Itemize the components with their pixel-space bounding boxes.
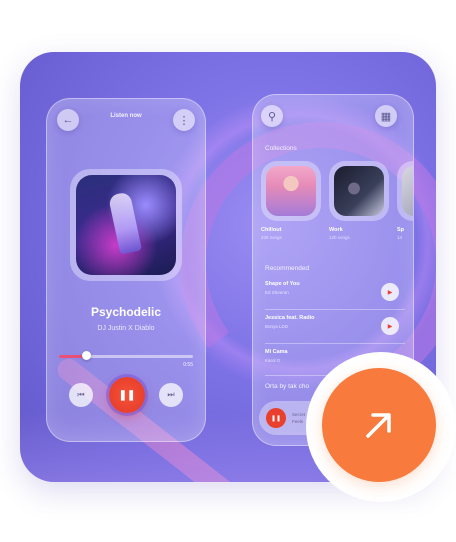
mini-pause-button[interactable]: ❚❚ <box>266 408 286 428</box>
player-panel: ← Listen now ⋮ Psychodelic DJ Justin X D… <box>46 98 206 442</box>
next-button[interactable]: ⏭ <box>159 383 183 407</box>
collection-card[interactable]: Work 120 songs <box>329 161 389 240</box>
recommended-play-button[interactable]: ▶ <box>381 283 399 301</box>
collection-photo <box>266 166 316 216</box>
time-total: 0:55 <box>183 362 193 368</box>
collection-card[interactable]: Chillout 236 songs <box>261 161 321 240</box>
search-icon: ⚲ <box>267 110 277 123</box>
divider <box>265 309 405 310</box>
previous-button[interactable]: ⏮ <box>69 383 93 407</box>
mini-player-line2: Feels <box>292 419 304 424</box>
pause-icon: ❚❚ <box>118 389 136 401</box>
song-artist: DJ Justin X Diablo <box>97 325 155 332</box>
back-button[interactable]: ← <box>57 109 79 131</box>
progress-track[interactable] <box>59 351 193 360</box>
arrow-up-right-icon <box>366 413 391 438</box>
collection-card[interactable]: Sp 14 <box>397 161 413 240</box>
tag-section-heading: Orta by tak cho <box>265 383 310 390</box>
open-link-button[interactable] <box>322 368 436 482</box>
play-icon: ▶ <box>387 289 393 296</box>
recommended-play-button[interactable]: ▶ <box>381 317 399 335</box>
play-icon: ▶ <box>387 323 393 330</box>
collections-heading: Collections <box>265 145 297 152</box>
album-art-figure <box>108 191 142 255</box>
album-art <box>76 175 176 275</box>
collection-name: Work <box>329 227 343 233</box>
collection-photo <box>334 166 384 216</box>
recommended-heading: Recommended <box>265 265 310 272</box>
skip-forward-icon: ⏭ <box>167 390 175 399</box>
search-button[interactable]: ⚲ <box>261 105 283 127</box>
mini-player-line1: Secret <box>292 412 306 417</box>
album-art-frame <box>70 169 182 281</box>
more-vertical-icon: ⋮ <box>178 114 190 127</box>
collection-photo <box>402 166 413 216</box>
collection-count: 236 songs <box>261 235 282 240</box>
progress-thumb[interactable] <box>81 351 91 360</box>
collection-name: Chillout <box>261 227 282 233</box>
collection-thumbnail <box>329 161 389 221</box>
player-header-title: Listen now <box>110 113 142 119</box>
recommended-item[interactable]: Jessica feat. Radio Bonya LDD ▶ <box>265 315 405 339</box>
recommended-item[interactable]: Shape of You Ed Sheeran ▶ <box>265 281 405 305</box>
pause-icon: ❚❚ <box>270 415 282 422</box>
collection-thumbnail <box>261 161 321 221</box>
collection-count: 14 <box>397 235 403 240</box>
song-title: Psychodelic <box>90 305 162 319</box>
divider <box>265 343 405 344</box>
arrow-left-icon: ← <box>62 114 74 126</box>
play-pause-button[interactable]: ❚❚ <box>109 377 145 413</box>
skip-back-icon: ⏮ <box>77 390 85 399</box>
more-button[interactable]: ⋮ <box>173 109 195 131</box>
collection-count: 120 songs <box>329 235 350 240</box>
grid-button[interactable]: ▦ <box>375 105 397 127</box>
collection-name: Sp <box>397 227 405 233</box>
mini-player-text: Secret Feels <box>292 411 305 425</box>
grid-icon: ▦ <box>380 110 392 123</box>
collection-thumbnail <box>397 161 413 221</box>
